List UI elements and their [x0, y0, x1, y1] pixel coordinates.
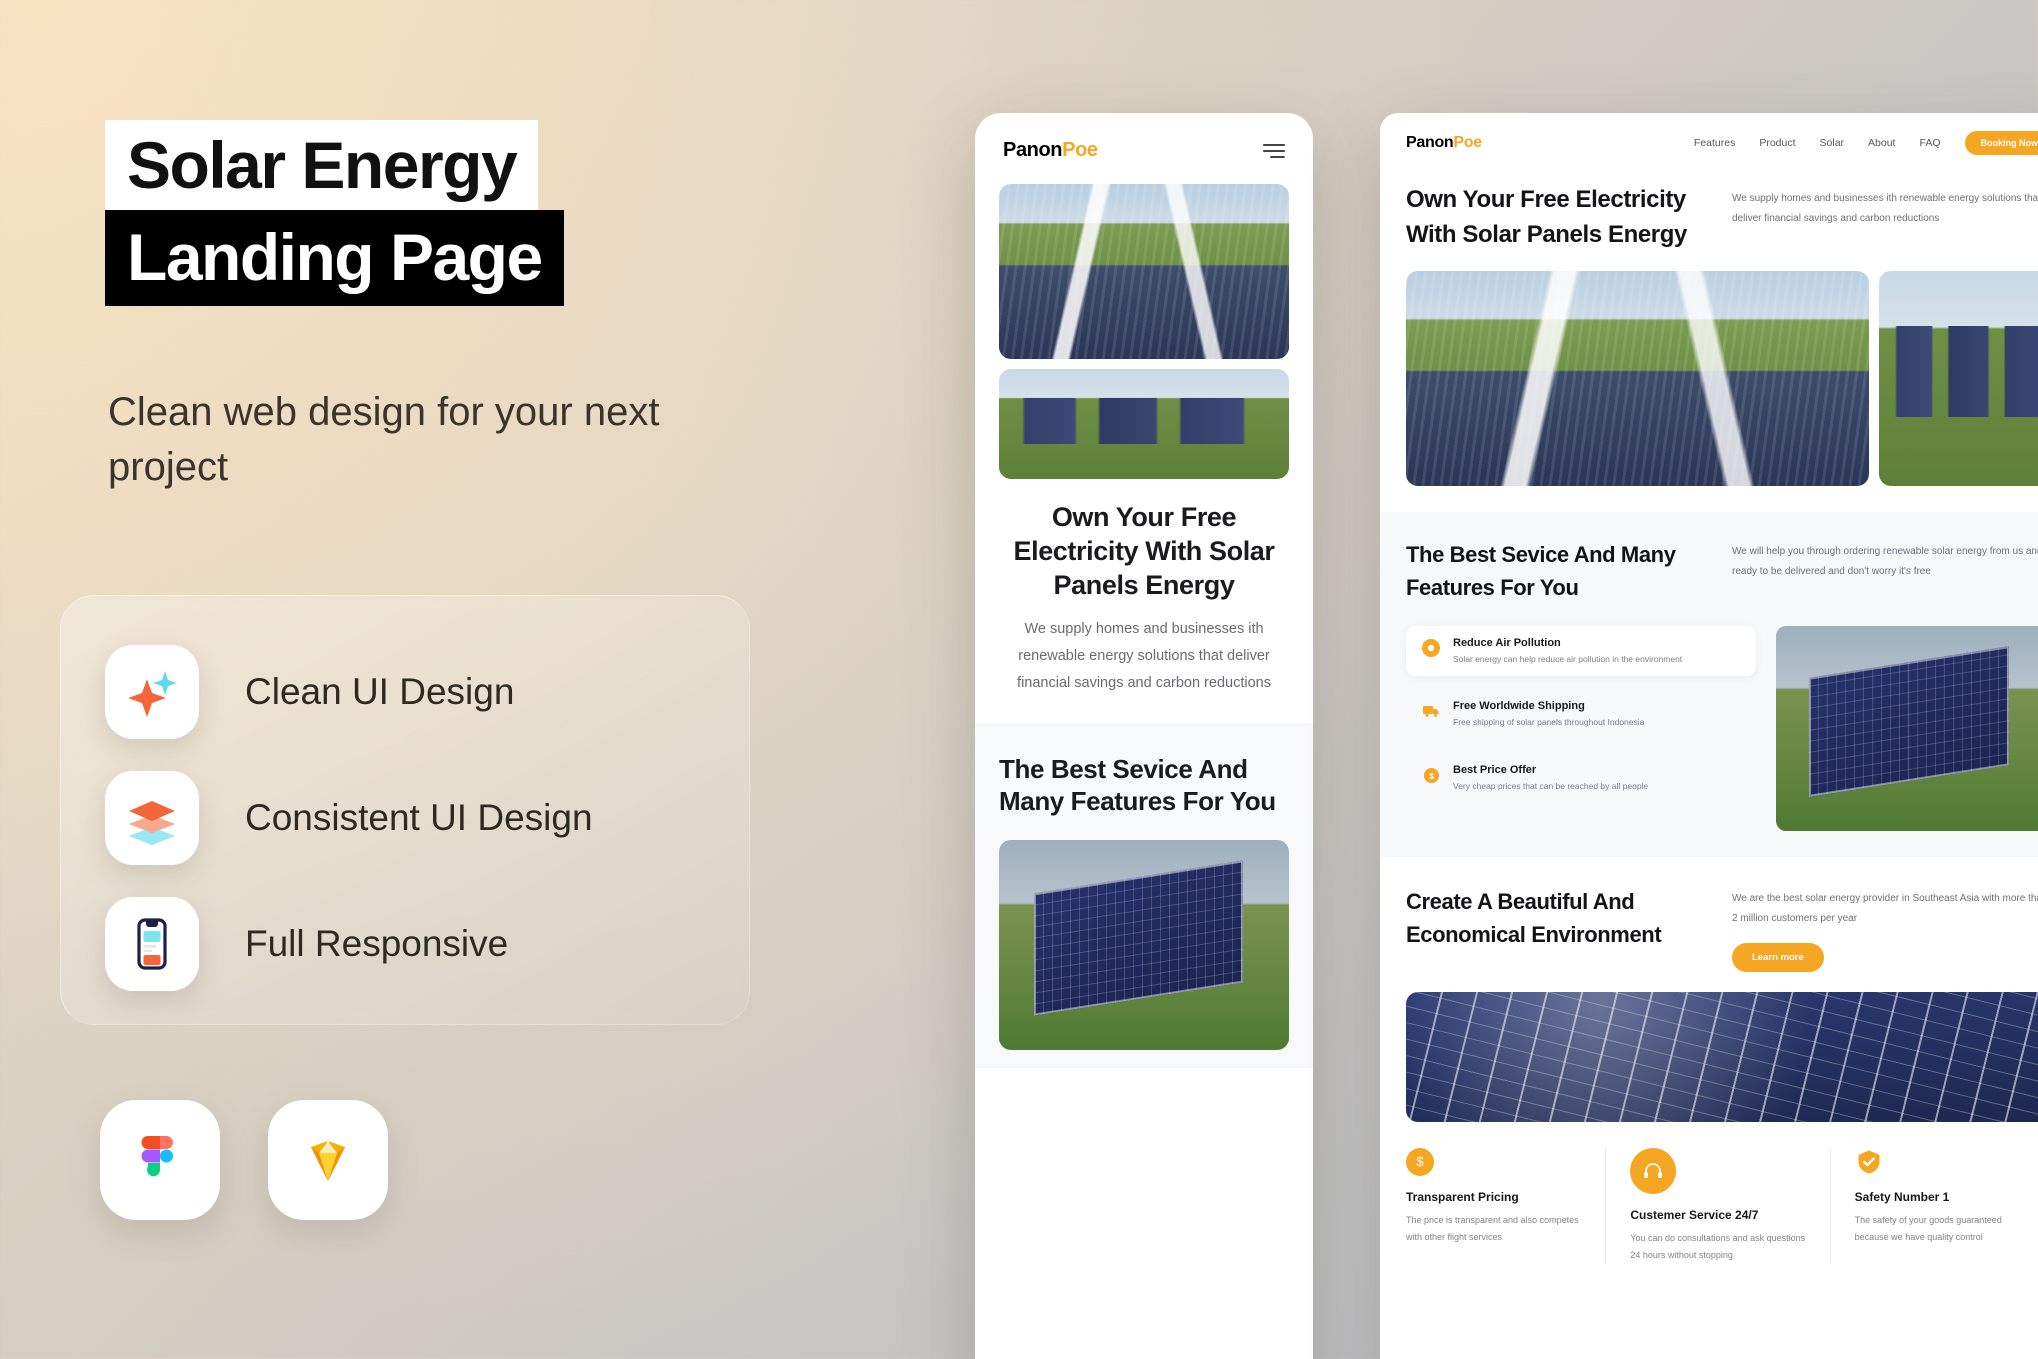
- headset-icon: [1630, 1147, 1677, 1194]
- mobile-hero-image-primary: [999, 184, 1289, 359]
- services-header: The Best Sevice And Many Features For Yo…: [1406, 538, 2038, 604]
- mobile-mockup: PanonPoe Own Your Free Electricity With …: [975, 113, 1313, 1359]
- hamburger-menu-icon[interactable]: [1263, 140, 1285, 162]
- services-body: Reduce Air Pollution Solar energy can he…: [1406, 625, 2038, 831]
- hero-image-side: [1879, 270, 2038, 486]
- logo-primary-text: Panon: [1406, 134, 1454, 151]
- desktop-bottom-features: $ Transparent Pricing The price is trans…: [1380, 1147, 2038, 1264]
- desktop-hero: Own Your Free Electricity With Solar Pan…: [1380, 169, 2038, 253]
- layers-icon: [105, 771, 199, 865]
- mobile-hero-heading: Own Your Free Electricity With Solar Pan…: [1013, 502, 1275, 600]
- nav-link-features[interactable]: Features: [1694, 137, 1735, 149]
- service-card-title: Reduce Air Pollution: [1453, 636, 1561, 649]
- mobile-logo[interactable]: PanonPoe: [1003, 139, 1098, 162]
- list-item: Clean UI Design: [105, 645, 593, 739]
- title-line-one: Solar Energy: [105, 120, 539, 212]
- service-card-title: Best Price Offer: [1453, 764, 1537, 777]
- title-line-two: Landing Page: [105, 210, 564, 306]
- service-card-desc: Solar energy can help reduce air polluti…: [1453, 653, 1683, 664]
- feature-label: Consistent UI Design: [245, 797, 593, 838]
- desktop-logo[interactable]: PanonPoe: [1406, 134, 1482, 152]
- services-image: [1776, 625, 2038, 831]
- nav-link-solar[interactable]: Solar: [1820, 137, 1845, 149]
- bottom-feature-transparent-pricing: $ Transparent Pricing The price is trans…: [1406, 1147, 1605, 1264]
- mobile-hero-paragraph: We supply homes and businesses ith renew…: [1017, 621, 1271, 691]
- logo-primary-text: Panon: [1003, 139, 1063, 161]
- left-promo-panel: Solar Energy Landing Page Clean web desi…: [0, 0, 760, 1359]
- desktop-environment-section: Create A Beautiful And Economical Enviro…: [1380, 857, 2038, 1122]
- environment-heading: Create A Beautiful And Economical Enviro…: [1406, 888, 1662, 947]
- environment-image: [1406, 991, 2038, 1122]
- sketch-logo: [268, 1100, 388, 1220]
- logo-accent-text: Poe: [1453, 134, 1482, 151]
- bottom-feature-title: Safety Number 1: [1854, 1189, 1950, 1204]
- bottom-feature-customer-service: Custemer Service 24/7 You can do consult…: [1605, 1147, 1829, 1264]
- list-item: Consistent UI Design: [105, 771, 593, 865]
- sparkle-icon: [105, 645, 199, 739]
- services-heading: The Best Sevice And Many Features For Yo…: [1406, 541, 1676, 600]
- design-tool-logos: [100, 1100, 388, 1220]
- desktop-mockup: PanonPoe Features Product Solar About FA…: [1380, 113, 2038, 1359]
- services-paragraph: We will help you through ordering renewa…: [1732, 545, 2038, 577]
- nav-link-about[interactable]: About: [1868, 137, 1895, 149]
- nav-link-faq[interactable]: FAQ: [1919, 137, 1940, 149]
- desktop-navbar: PanonPoe Features Product Solar About FA…: [1380, 113, 2038, 169]
- service-card-best-price-offer[interactable]: $ Best Price Offer Very cheap prices tha…: [1406, 753, 1756, 804]
- logo-accent-text: Poe: [1062, 139, 1098, 161]
- service-card-desc: Very cheap prices that can be reached by…: [1453, 781, 1649, 792]
- ring-icon: [1420, 637, 1442, 659]
- mobile-navbar: PanonPoe: [975, 113, 1313, 176]
- mobile-section-heading: The Best Sevice And Many Features For Yo…: [999, 753, 1276, 817]
- bottom-feature-desc: You can do consultations and ask questio…: [1630, 1232, 1806, 1260]
- desktop-services-section: The Best Sevice And Many Features For Yo…: [1380, 511, 2038, 857]
- bottom-feature-title: Transparent Pricing: [1406, 1189, 1519, 1204]
- feature-label: Full Responsive: [245, 923, 509, 964]
- service-card-free-worldwide-shipping[interactable]: Free Worldwide Shipping Free shipping of…: [1406, 689, 1756, 740]
- mobile-hero-image-secondary: [999, 369, 1289, 479]
- bottom-feature-title: Custemer Service 24/7: [1630, 1207, 1759, 1222]
- page-subtitle: Clean web design for your next project: [108, 390, 660, 490]
- dollar-coin-icon: $: [1406, 1147, 1434, 1176]
- bottom-feature-desc: The price is transparent and also compet…: [1406, 1214, 1579, 1242]
- desktop-nav-links: Features Product Solar About FAQ Booking…: [1694, 131, 2038, 155]
- nav-link-product[interactable]: Product: [1759, 137, 1795, 149]
- page-title: Solar Energy Landing Page: [105, 120, 564, 306]
- svg-text:$: $: [1429, 770, 1434, 780]
- bottom-feature-safety: Safety Number 1 The safety of your goods…: [1829, 1147, 2038, 1264]
- dollar-coin-icon: $: [1420, 764, 1442, 786]
- shield-check-icon: [1855, 1148, 1883, 1176]
- list-item: Full Responsive: [105, 897, 593, 991]
- services-card-list: Reduce Air Pollution Solar energy can he…: [1406, 625, 1756, 831]
- desktop-hero-heading: Own Your Free Electricity With Solar Pan…: [1406, 186, 1687, 248]
- learn-more-button[interactable]: Learn more: [1732, 942, 1824, 972]
- environment-paragraph: We are the best solar energy provider in…: [1732, 892, 2038, 924]
- mobile-services-section: The Best Sevice And Many Features For Yo…: [975, 722, 1313, 1068]
- mobile-phone-icon: [105, 897, 199, 991]
- service-card-desc: Free shipping of solar panels throughout…: [1453, 717, 1645, 728]
- hero-image-main: [1406, 270, 1870, 486]
- service-card-title: Free Worldwide Shipping: [1453, 700, 1585, 713]
- truck-icon: [1420, 700, 1442, 722]
- desktop-hero-gallery: [1380, 253, 2038, 486]
- desktop-hero-paragraph: We supply homes and businesses ith renew…: [1732, 193, 2038, 224]
- booking-now-button[interactable]: Booking Now: [1964, 131, 2038, 155]
- figma-logo: [100, 1100, 220, 1220]
- bottom-feature-desc: The safety of your goods guaranteed beca…: [1854, 1214, 2002, 1242]
- service-card-reduce-air-pollution[interactable]: Reduce Air Pollution Solar energy can he…: [1406, 625, 1756, 677]
- feature-label: Clean UI Design: [245, 671, 515, 712]
- mobile-section-image: [999, 839, 1289, 1050]
- environment-header: Create A Beautiful And Economical Enviro…: [1406, 885, 2038, 972]
- feature-list: Clean UI Design Consistent UI Design Ful…: [105, 645, 593, 1023]
